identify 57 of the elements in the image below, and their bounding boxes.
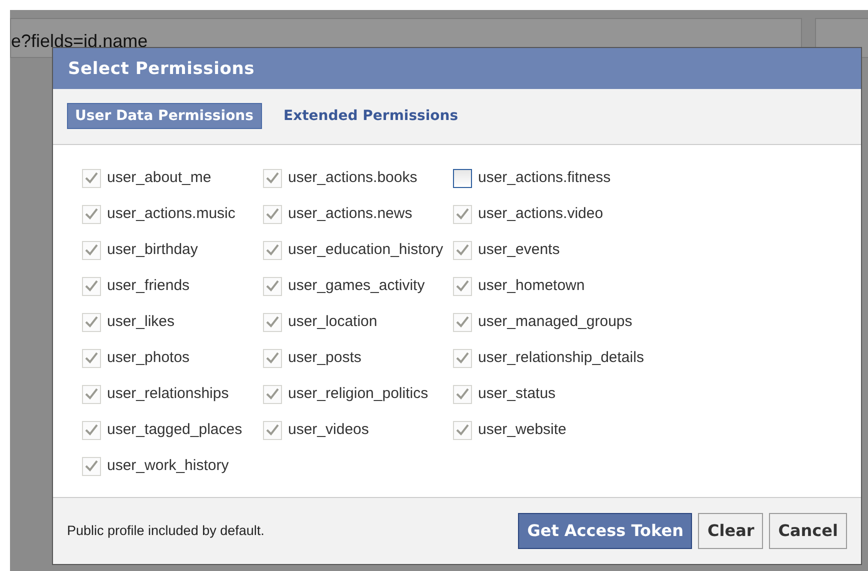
check-icon	[85, 352, 98, 364]
check-icon	[266, 388, 279, 400]
permission-label: user_videos	[288, 420, 369, 440]
get-token-button[interactable]: Get Access Token	[518, 513, 692, 549]
permission-label: user_relationships	[107, 384, 229, 404]
check-icon	[456, 244, 469, 256]
permission-label: user_likes	[107, 312, 175, 332]
check-icon	[85, 460, 98, 472]
permission-label: user_relationship_details	[478, 348, 644, 368]
check-icon	[85, 280, 98, 292]
check-icon	[85, 244, 98, 256]
permission-label: user_education_history	[288, 240, 444, 260]
permission-label: user_managed_groups	[478, 312, 632, 332]
permission-label: user_location	[288, 312, 378, 332]
permission-label: user_about_me	[107, 168, 212, 188]
check-icon	[266, 208, 279, 220]
permission-label: user_actions.books	[288, 168, 418, 188]
permission-label: user_hometown	[478, 276, 585, 296]
check-icon	[456, 352, 469, 364]
check-icon	[85, 316, 98, 328]
tab[interactable]: User Data Permissions	[67, 103, 262, 129]
check-icon	[456, 388, 469, 400]
check-icon	[85, 424, 98, 436]
check-icon	[456, 208, 469, 220]
check-icon	[456, 280, 469, 292]
permission-label: user_games_activity	[288, 276, 425, 296]
permission-label: user_tagged_places	[107, 420, 242, 440]
permission-label: user_actions.video	[478, 204, 604, 224]
check-icon	[266, 424, 279, 436]
check-icon	[456, 316, 469, 328]
check-icon	[266, 280, 279, 292]
tab[interactable]: Extended Permissions	[276, 103, 466, 129]
dialog-button[interactable]: Cancel	[769, 513, 847, 549]
permission-label: user_work_history	[107, 456, 229, 476]
check-icon	[85, 208, 98, 220]
permission-label: user_birthday	[107, 240, 198, 260]
dialog-button[interactable]: Clear	[698, 513, 764, 549]
permission-label: user_actions.fitness	[478, 168, 611, 188]
permission-label: user_actions.news	[288, 204, 412, 224]
check-icon	[266, 316, 279, 328]
dialog-title: Select Permissions	[53, 48, 861, 89]
permission-label: user_posts	[288, 348, 362, 368]
check-icon	[266, 352, 279, 364]
check-icon	[85, 172, 98, 184]
checkbox[interactable]	[453, 169, 472, 188]
permission-label: user_actions.music	[107, 204, 236, 224]
check-icon	[85, 388, 98, 400]
permission-label: user_photos	[107, 348, 190, 368]
check-icon	[266, 172, 279, 184]
permission-label: user_events	[478, 240, 560, 260]
footer-note: Public profile included by default.	[67, 522, 266, 540]
permission-label: user_status	[478, 384, 556, 404]
permission-label: user_religion_politics	[288, 384, 428, 404]
check-icon	[266, 244, 279, 256]
permission-label: user_friends	[107, 276, 190, 296]
check-icon	[456, 424, 469, 436]
permission-label: user_website	[478, 420, 566, 440]
